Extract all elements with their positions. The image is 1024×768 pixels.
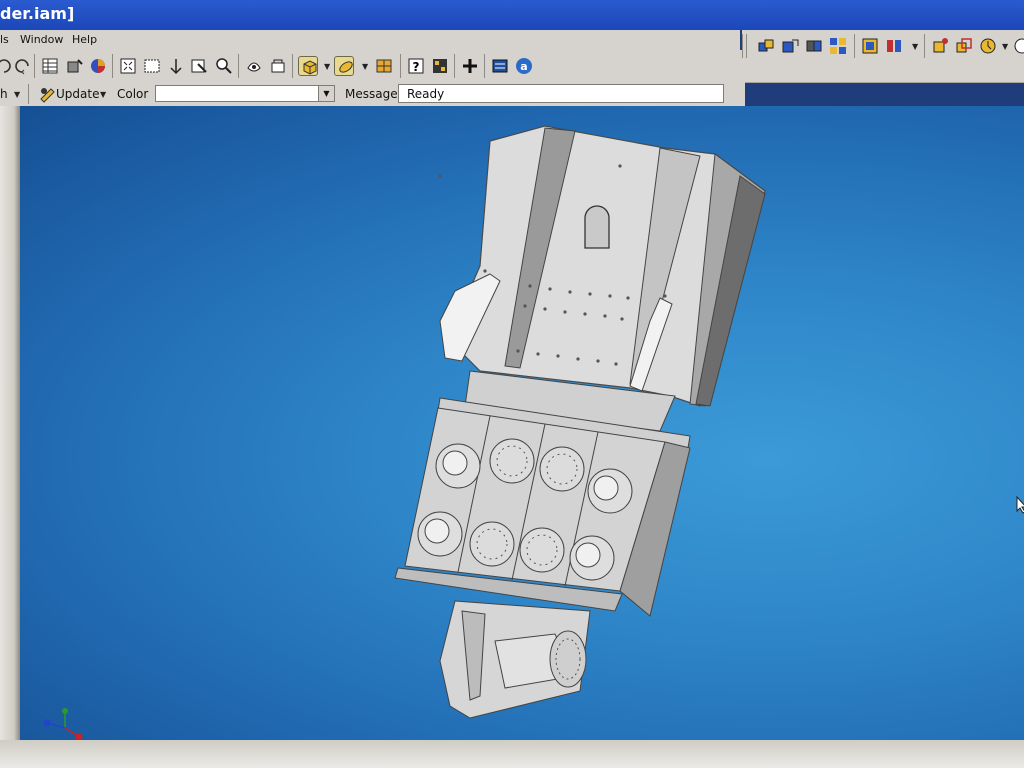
options-bar: h ▼ Update ▼ Color ▼ Message Ready bbox=[0, 82, 745, 107]
cylinder-block[interactable] bbox=[394, 397, 691, 617]
toolbar-separator bbox=[454, 54, 455, 78]
mirror-component-icon[interactable] bbox=[884, 36, 904, 56]
clevis-mount[interactable] bbox=[439, 600, 591, 719]
axis-triad-icon bbox=[43, 708, 83, 741]
section-icon[interactable] bbox=[374, 56, 394, 76]
toolbar-separator bbox=[292, 54, 293, 78]
toolbar-separator bbox=[34, 54, 35, 78]
toolbar-separator bbox=[112, 54, 113, 78]
analyze-interference-icon[interactable] bbox=[954, 36, 974, 56]
toolbar-separator bbox=[742, 34, 743, 58]
toolbar-separator bbox=[28, 84, 29, 104]
update-icon[interactable] bbox=[38, 85, 56, 103]
toolbar-separator bbox=[484, 54, 485, 78]
message-field: Ready bbox=[398, 84, 724, 103]
zoom-window-icon[interactable] bbox=[142, 56, 162, 76]
window-title: der.iam] bbox=[0, 4, 75, 23]
redo-icon[interactable] bbox=[12, 56, 32, 76]
chevron-down-icon[interactable]: ▼ bbox=[318, 86, 334, 101]
menu-help[interactable]: Help bbox=[72, 33, 97, 46]
svg-text:a: a bbox=[520, 60, 527, 73]
bom-icon[interactable] bbox=[490, 56, 510, 76]
toolbar-separator bbox=[746, 34, 747, 58]
more-tools-icon[interactable] bbox=[1012, 36, 1024, 56]
mouse-pointer-icon bbox=[1016, 496, 1024, 514]
replace-component-icon[interactable] bbox=[860, 36, 880, 56]
move-component-icon[interactable] bbox=[780, 36, 800, 56]
parts-list-icon[interactable] bbox=[40, 56, 60, 76]
menu-tools[interactable]: ls bbox=[0, 33, 9, 46]
mirror-dropdown-icon[interactable]: ▼ bbox=[912, 42, 918, 51]
grid-icon[interactable] bbox=[430, 56, 450, 76]
autodesk-online-icon[interactable]: a bbox=[514, 56, 534, 76]
color-label: Color bbox=[117, 87, 149, 101]
toolbar-separator bbox=[400, 54, 401, 78]
toolbar-separator bbox=[924, 34, 925, 58]
gripper-plate[interactable] bbox=[444, 125, 766, 407]
help-icon[interactable]: ? bbox=[406, 56, 426, 76]
toolbar-separator bbox=[238, 54, 239, 78]
zoom-icon[interactable] bbox=[190, 56, 210, 76]
browser-pane-edge bbox=[0, 106, 20, 746]
look-at-icon[interactable] bbox=[244, 56, 264, 76]
rotate-component-icon[interactable] bbox=[804, 36, 824, 56]
toolbar-separator bbox=[854, 34, 855, 58]
menu-bar: ls Window Help bbox=[0, 30, 740, 51]
menu-window[interactable]: Window bbox=[20, 33, 63, 46]
shadow-dropdown-icon[interactable]: ▼ bbox=[362, 62, 368, 71]
clock-dropdown-icon[interactable]: ▼ bbox=[1002, 42, 1008, 51]
command-dropdown-icon[interactable]: ▼ bbox=[14, 90, 20, 99]
display-style-icon[interactable] bbox=[298, 56, 318, 76]
pan-icon[interactable] bbox=[166, 56, 186, 76]
assembly-toolbar: ▼ ▼ bbox=[742, 30, 1024, 82]
svg-text:?: ? bbox=[413, 60, 420, 74]
place-constraint-icon[interactable] bbox=[756, 36, 776, 56]
magnifier-icon[interactable] bbox=[214, 56, 234, 76]
add-icon[interactable] bbox=[460, 56, 480, 76]
shadow-icon[interactable] bbox=[334, 56, 354, 76]
zoom-all-icon[interactable] bbox=[118, 56, 138, 76]
title-bar: der.iam] bbox=[0, 0, 1024, 30]
color-wheel-icon[interactable] bbox=[88, 56, 108, 76]
message-label: Message bbox=[345, 87, 398, 101]
pattern-component-icon[interactable] bbox=[828, 36, 848, 56]
color-combobox[interactable]: ▼ bbox=[155, 85, 335, 102]
update-button[interactable]: Update bbox=[56, 87, 99, 101]
create-component-icon[interactable] bbox=[930, 36, 950, 56]
status-bar bbox=[0, 740, 1024, 768]
clock-icon[interactable] bbox=[978, 36, 998, 56]
assembly-model[interactable] bbox=[0, 106, 1024, 746]
update-dropdown-icon[interactable]: ▼ bbox=[100, 90, 106, 99]
display-style-dropdown-icon[interactable]: ▼ bbox=[324, 62, 330, 71]
graphics-window[interactable] bbox=[0, 106, 1024, 746]
rotate-icon[interactable] bbox=[268, 56, 288, 76]
truncated-command-label[interactable]: h bbox=[0, 87, 8, 101]
place-component-icon[interactable] bbox=[64, 56, 84, 76]
